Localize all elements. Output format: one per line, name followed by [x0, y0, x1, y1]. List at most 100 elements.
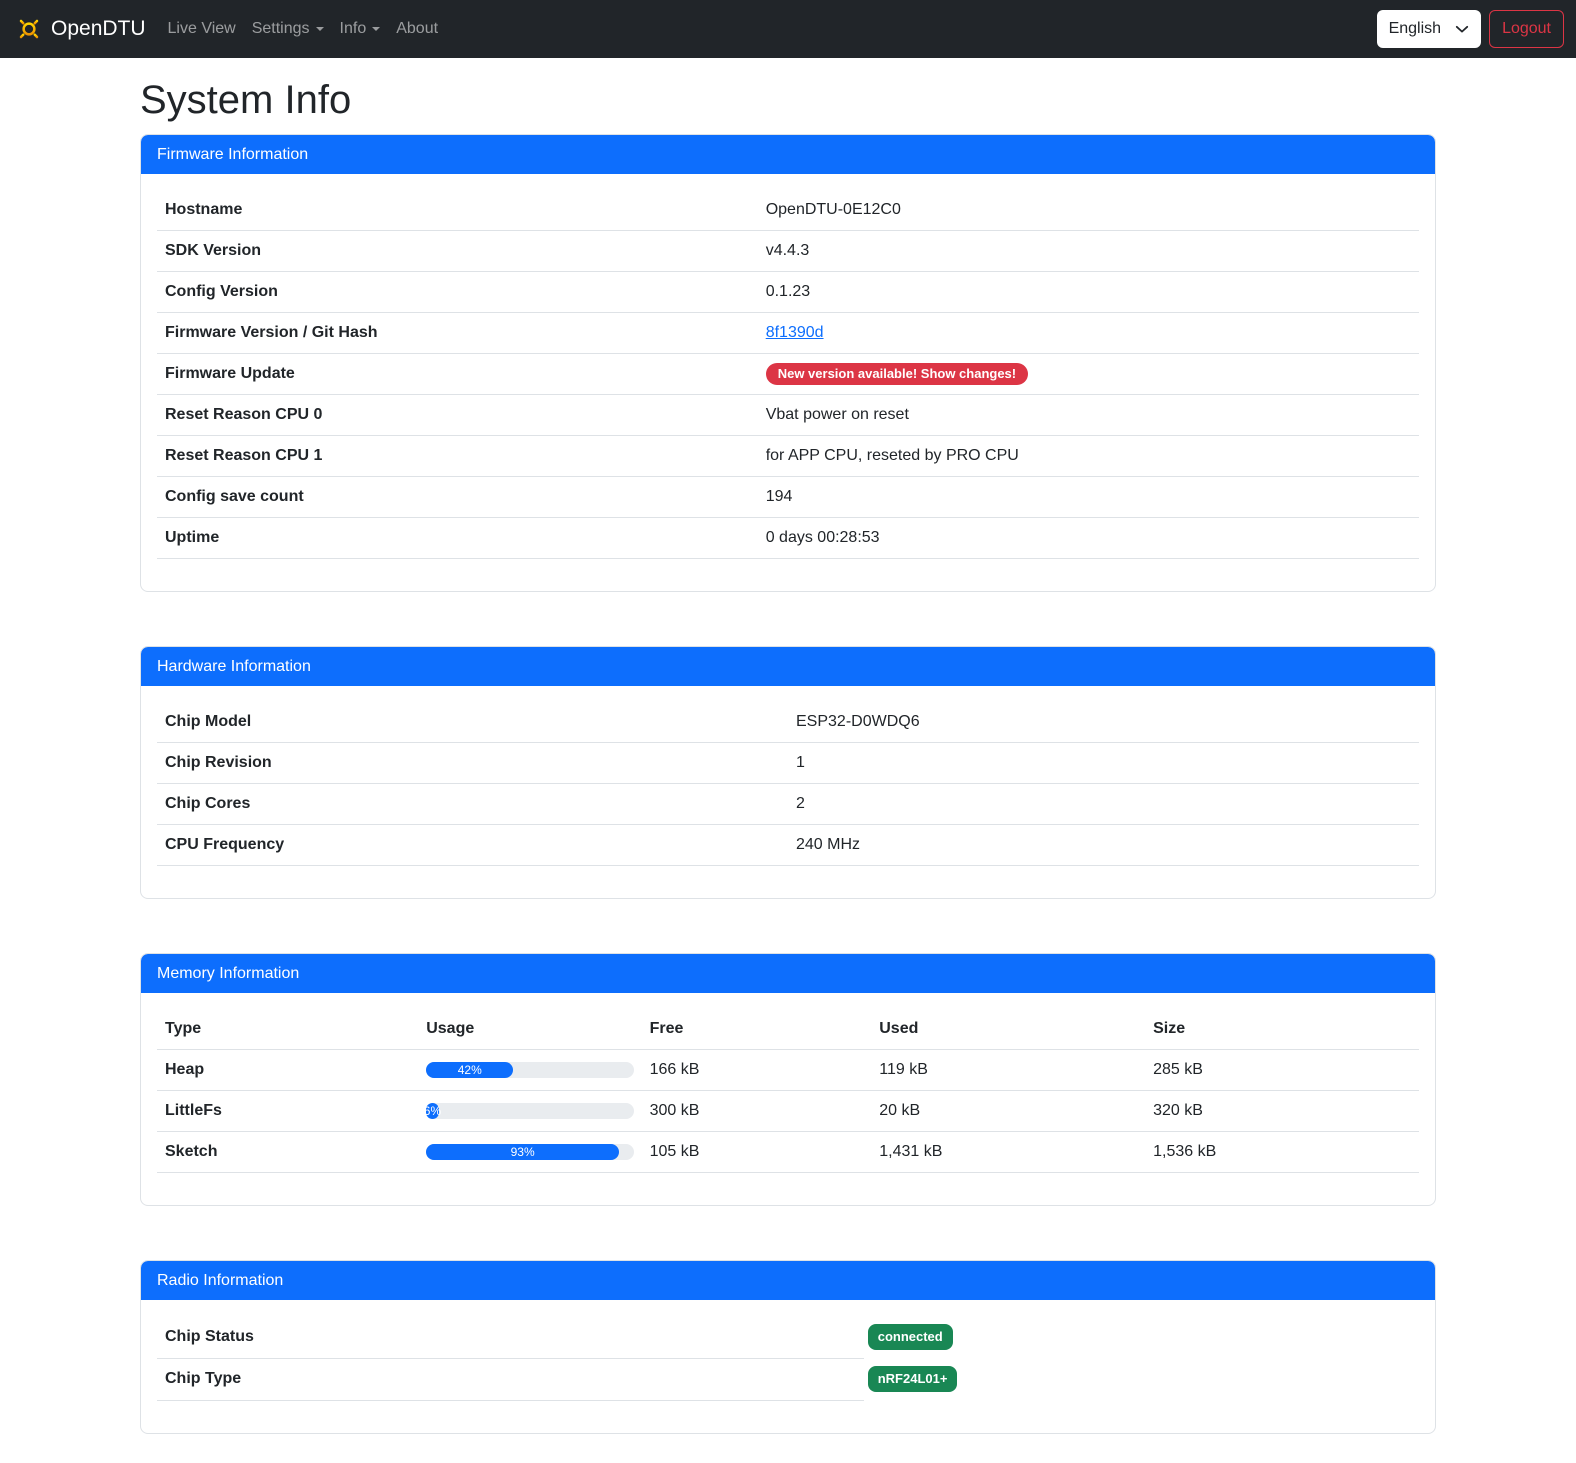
hardware-information-card: Hardware Information Chip ModelESP32-D0W… [140, 646, 1436, 899]
row-label: Reset Reason CPU 0 [157, 395, 758, 436]
nav-item-live-view[interactable]: Live View [160, 12, 244, 46]
row-label: Firmware Version / Git Hash [157, 313, 758, 354]
row-label: Reset Reason CPU 1 [157, 436, 758, 477]
nav-links: Live View Settings Info About [160, 12, 447, 46]
page-title: System Info [140, 76, 1436, 124]
nav-item-info[interactable]: Info [332, 12, 389, 46]
card-body: Chip ModelESP32-D0WDQ6Chip Revision1Chip… [141, 686, 1435, 898]
nav-item-about[interactable]: About [388, 12, 446, 46]
row-value: 0.1.23 [758, 272, 1419, 313]
used-value: 119 kB [871, 1050, 1145, 1091]
logout-button[interactable]: Logout [1489, 10, 1564, 48]
row-label: Firmware Update [157, 354, 758, 395]
row-label: Chip Cores [157, 784, 788, 825]
usage-progress: 42% [426, 1062, 633, 1078]
row-value: 240 MHz [788, 825, 1419, 866]
row-value: New version available! Show changes! [758, 354, 1419, 395]
usage-progress: 6% [426, 1103, 633, 1119]
row-label: Config Version [157, 272, 758, 313]
table-row: Firmware Version / Git Hash 8f1390d [157, 313, 1419, 354]
table-row: Sketch93%105 kB1,431 kB1,536 kB [157, 1132, 1419, 1173]
row-label: LittleFs [157, 1091, 418, 1132]
card-body: HostnameOpenDTU-0E12C0SDK Versionv4.4.3C… [141, 174, 1435, 591]
table-row: Chip ModelESP32-D0WDQ6 [157, 702, 1419, 743]
nav-item-label: Settings [252, 20, 310, 38]
row-label: Chip Model [157, 702, 788, 743]
table-row: Reset Reason CPU 0Vbat power on reset [157, 395, 1419, 436]
column-header: Used [871, 1009, 1145, 1050]
column-header: Free [642, 1009, 872, 1050]
memory-information-card: Memory Information TypeUsageFreeUsedSize… [140, 953, 1436, 1206]
table-header-row: TypeUsageFreeUsedSize [157, 1009, 1419, 1050]
usage-cell: 42% [418, 1050, 641, 1091]
row-value: 194 [758, 477, 1419, 518]
status-badge: nRF24L01+ [868, 1366, 958, 1392]
card-body: Chip StatusconnectedChip TypenRF24L01+ [141, 1300, 1435, 1433]
card-body: TypeUsageFreeUsedSize Heap 42% 166 kB119 k… [141, 993, 1435, 1205]
radio-information-card: Radio Information Chip StatusconnectedCh… [140, 1260, 1436, 1434]
row-value: 1 [788, 743, 1419, 784]
firmware-update-badge[interactable]: New version available! Show changes! [766, 363, 1028, 385]
column-header: Usage [418, 1009, 641, 1050]
firmware-table: HostnameOpenDTU-0E12C0SDK Versionv4.4.3C… [157, 190, 1419, 559]
table-row: Config Version0.1.23 [157, 272, 1419, 313]
sun-logo-icon [14, 14, 44, 44]
table-row: HostnameOpenDTU-0E12C0 [157, 190, 1419, 231]
brand[interactable]: OpenDTU [14, 14, 146, 44]
navbar: OpenDTU Live View Settings Info About En… [0, 0, 1576, 58]
row-value: 8f1390d [758, 313, 1419, 354]
table-row: Chip Cores2 [157, 784, 1419, 825]
row-label: Chip Status [157, 1316, 864, 1358]
table-row: Chip Revision1 [157, 743, 1419, 784]
free-value: 300 kB [642, 1091, 872, 1132]
free-value: 166 kB [642, 1050, 872, 1091]
hardware-table: Chip ModelESP32-D0WDQ6Chip Revision1Chip… [157, 702, 1419, 866]
used-value: 1,431 kB [871, 1132, 1145, 1173]
row-label: Uptime [157, 518, 758, 559]
chevron-down-icon [316, 27, 324, 31]
size-value: 285 kB [1145, 1050, 1419, 1091]
usage-cell: 6% [418, 1091, 641, 1132]
size-value: 320 kB [1145, 1091, 1419, 1132]
nav-item-label: Info [340, 20, 367, 38]
chevron-down-icon [1455, 22, 1469, 36]
table-row: Config save count194 [157, 477, 1419, 518]
language-select[interactable]: English [1377, 10, 1481, 48]
used-value: 20 kB [871, 1091, 1145, 1132]
row-value: connected [864, 1316, 1419, 1358]
main-content: System Info Firmware Information Hostnam… [140, 76, 1436, 1434]
nav-item-settings[interactable]: Settings [244, 12, 332, 46]
table-row: CPU Frequency240 MHz [157, 825, 1419, 866]
row-value: nRF24L01+ [864, 1358, 1419, 1400]
row-label: Heap [157, 1050, 418, 1091]
table-row: Reset Reason CPU 1for APP CPU, reseted b… [157, 436, 1419, 477]
column-header: Type [157, 1009, 418, 1050]
git-hash-link[interactable]: 8f1390d [766, 324, 824, 341]
row-label: Config save count [157, 477, 758, 518]
row-value: ESP32-D0WDQ6 [788, 702, 1419, 743]
row-label: Chip Revision [157, 743, 788, 784]
usage-progress-bar: 42% [426, 1062, 513, 1078]
chevron-down-icon [372, 27, 380, 31]
row-label: Chip Type [157, 1358, 864, 1400]
nav-item-label: About [396, 20, 438, 38]
table-row: Firmware Update New version available! Sh… [157, 354, 1419, 395]
table-row: SDK Versionv4.4.3 [157, 231, 1419, 272]
row-value: 2 [788, 784, 1419, 825]
card-header: Radio Information [141, 1261, 1435, 1300]
card-header: Hardware Information [141, 647, 1435, 686]
usage-progress-bar: 6% [426, 1103, 438, 1119]
table-row: LittleFs 6% 300 kB20 kB320 kB [157, 1091, 1419, 1132]
card-header: Firmware Information [141, 135, 1435, 174]
row-value: for APP CPU, reseted by PRO CPU [758, 436, 1419, 477]
firmware-information-card: Firmware Information HostnameOpenDTU-0E1… [140, 134, 1436, 592]
row-value: 0 days 00:28:53 [758, 518, 1419, 559]
nav-item-label: Live View [168, 20, 236, 38]
row-value: v4.4.3 [758, 231, 1419, 272]
memory-table: TypeUsageFreeUsedSize Heap 42% 166 kB119 k… [157, 1009, 1419, 1173]
brand-label: OpenDTU [51, 17, 146, 41]
row-label: CPU Frequency [157, 825, 788, 866]
row-label: Hostname [157, 190, 758, 231]
status-badge: connected [868, 1324, 953, 1350]
row-label: SDK Version [157, 231, 758, 272]
